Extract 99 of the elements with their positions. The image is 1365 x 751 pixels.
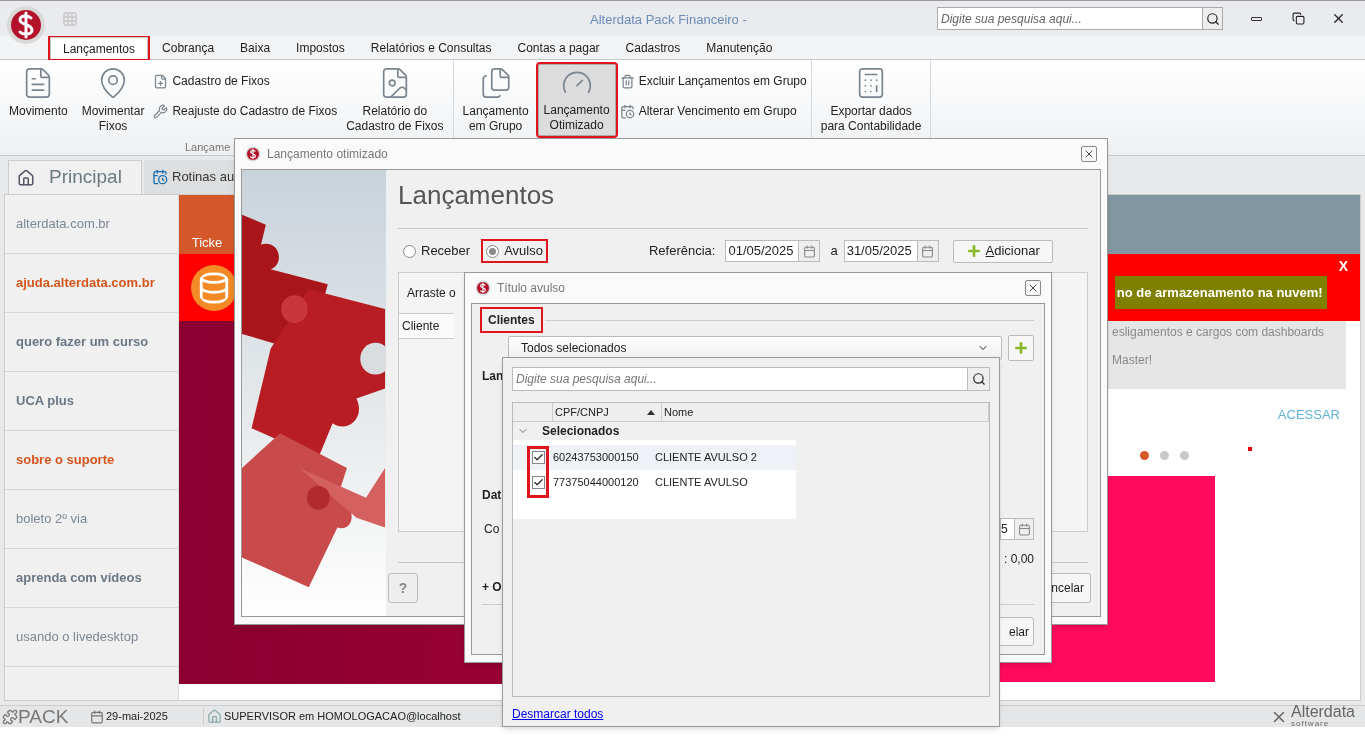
home-icon — [17, 168, 35, 187]
news-text: esligamentos e cargos com dashboards — [1112, 324, 1325, 341]
date-separator: a — [830, 242, 838, 261]
calendar-icon — [1017, 522, 1031, 536]
search-button[interactable] — [968, 367, 990, 391]
status-user: SUPERVISOR em HOMOLOGACAO@localhost — [224, 709, 461, 725]
clear-selection-link[interactable]: Desmarcar todos — [512, 705, 990, 723]
tool-icon — [619, 103, 635, 119]
add-button[interactable]: Adicionar — [952, 239, 1053, 263]
date-field[interactable]: 5 — [1000, 518, 1014, 540]
radio-button[interactable]: Receber — [400, 241, 474, 261]
news-text: Master! — [1112, 352, 1152, 369]
column-header: Cliente — [399, 313, 454, 339]
promo-text: no de armazenamento na nuvem! — [1114, 275, 1327, 310]
column-header[interactable]: Nome — [662, 403, 989, 421]
calendar-icon — [802, 244, 816, 258]
ribbon-button[interactable]: Relatório do Cadastro de Fixos — [341, 64, 449, 136]
sidebar-link[interactable]: sobre o suporte — [16, 450, 115, 470]
calendar-button[interactable] — [1014, 518, 1034, 540]
calendar-button[interactable] — [799, 240, 821, 262]
marker-icon — [1248, 447, 1252, 451]
plus-icon — [1013, 340, 1030, 356]
tool-icon — [153, 73, 169, 89]
menu-tab[interactable]: Manutenção — [694, 37, 785, 59]
plus-icon — [965, 243, 982, 259]
search-field[interactable]: Digite sua pesquisa aqui... — [937, 7, 1203, 30]
minimize-icon — [1250, 16, 1262, 21]
calendar-button[interactable] — [917, 240, 939, 262]
company-logo: Alterdata — [1290, 704, 1355, 719]
date-field[interactable]: 01/05/2025 — [725, 240, 800, 262]
menu-tab[interactable]: Impostos — [284, 37, 357, 59]
ribbon-small-button[interactable]: Cadastro de Fixos — [153, 72, 338, 90]
radio-button[interactable]: Avulso — [483, 241, 546, 261]
menu-tab[interactable]: Cobrança — [150, 37, 227, 59]
expand-label: + O — [482, 579, 502, 596]
clock-icon — [152, 169, 168, 185]
page-tab[interactable]: Principal — [8, 160, 142, 194]
ribbon-button[interactable]: Exportar dados para Contabilidade — [815, 64, 927, 136]
sidebar-link[interactable]: ajuda.alterdata.com.br — [16, 273, 155, 293]
section-label: Clientes — [482, 309, 541, 331]
dialog-title: Lançamento otimizado — [267, 146, 388, 163]
ribbon-button[interactable]: Lançamento Otimizado — [537, 64, 616, 136]
table-cell-text: 77375044000120 — [553, 475, 640, 491]
logo-subtitle: software — [1290, 718, 1331, 729]
total-text: : 0,00 — [1003, 551, 1034, 568]
close-icon — [1027, 282, 1039, 294]
ticket-tile[interactable]: Ticke — [179, 195, 235, 254]
search-field[interactable]: Digite sua pesquisa aqui... — [512, 367, 968, 391]
ribbon-small-button[interactable]: Alterar Vencimento em Grupo — [619, 102, 807, 120]
field-label: Co — [484, 521, 500, 538]
dollar-icon — [245, 146, 261, 162]
group-row[interactable]: Selecionados — [513, 422, 989, 440]
sort-arrow-icon — [647, 409, 655, 415]
field-label: Dat — [482, 487, 502, 504]
column-header[interactable]: CPF/CNPJ — [553, 403, 662, 421]
status-date: 29-mai-2025 — [106, 708, 204, 725]
tool-icon — [619, 73, 635, 89]
calendar-icon — [921, 244, 935, 258]
search-button[interactable] — [1203, 7, 1223, 30]
product-logo: PACK — [18, 706, 70, 727]
dollar-icon — [475, 280, 491, 296]
sidebar-link[interactable]: aprenda com vídeos — [16, 568, 142, 588]
menu-tab[interactable]: Lançamentos — [50, 37, 149, 59]
search-icon — [971, 372, 986, 386]
ribbon-small-button[interactable]: Excluir Lançamentos em Grupo — [619, 72, 807, 90]
menu-tab[interactable]: Baixa — [228, 37, 283, 59]
tool-icon — [153, 103, 169, 119]
reference-label: Referência: — [648, 242, 716, 261]
ribbon-button[interactable]: Lançamento em Grupo — [457, 64, 534, 136]
sidebar-link[interactable]: quero fazer um curso — [16, 332, 149, 352]
close-button[interactable] — [1025, 280, 1041, 296]
menu-tab[interactable]: Relatórios e Consultas — [358, 37, 504, 59]
check-icon — [533, 477, 544, 488]
window-title: Alterdata Pack Financeiro - — [590, 11, 747, 29]
ribbon-small-button[interactable]: Reajuste do Cadastro de Fixos — [153, 102, 338, 120]
restore-icon — [1291, 12, 1305, 25]
checkbox[interactable] — [532, 451, 545, 464]
sidebar-link[interactable]: UCA plus — [16, 391, 75, 411]
group-label: Lançame — [185, 140, 231, 155]
puzzle-icon — [2, 708, 18, 725]
table-cell-text: CLIENTE AVULSO 2 — [655, 450, 757, 466]
close-icon — [1083, 148, 1095, 160]
close-button[interactable]: X — [1338, 255, 1348, 277]
menu-tab[interactable]: Cadastros — [613, 37, 693, 59]
ribbon-button[interactable]: Movimentar Fixos — [76, 64, 150, 136]
table-cell-text: 60243753000150 — [553, 450, 640, 466]
client-dropdown[interactable]: Todos selecionados — [508, 336, 1003, 360]
dialog-heading: Lançamentos — [398, 179, 556, 212]
menu-tab[interactable]: Contas a pagar — [505, 37, 612, 59]
search-icon — [1205, 11, 1220, 26]
group-hint: Arraste o — [407, 285, 456, 302]
close-button[interactable] — [1081, 146, 1097, 162]
house-icon — [207, 709, 222, 724]
dialog-title: Título avulso — [497, 280, 566, 297]
check-icon — [533, 452, 544, 463]
calendar-icon — [90, 709, 104, 724]
date-field[interactable]: 31/05/2025 — [843, 240, 918, 262]
ribbon-button[interactable]: Movimento — [4, 64, 73, 136]
table-cell-text: CLIENTE AVULSO — [655, 475, 748, 491]
